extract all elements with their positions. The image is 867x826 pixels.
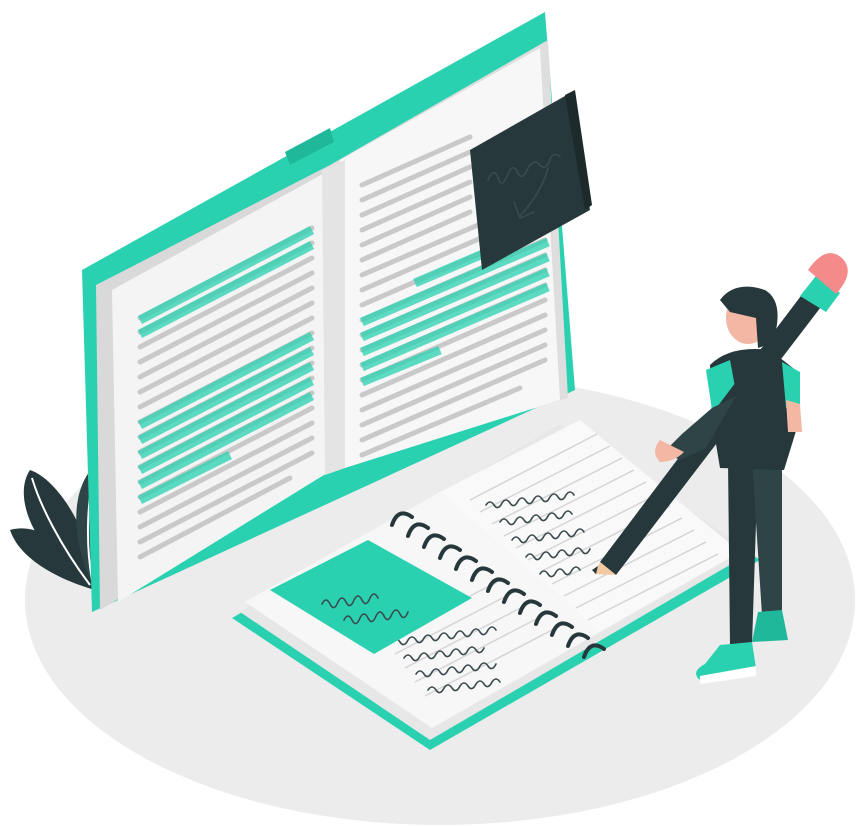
study-illustration [10, 12, 855, 825]
